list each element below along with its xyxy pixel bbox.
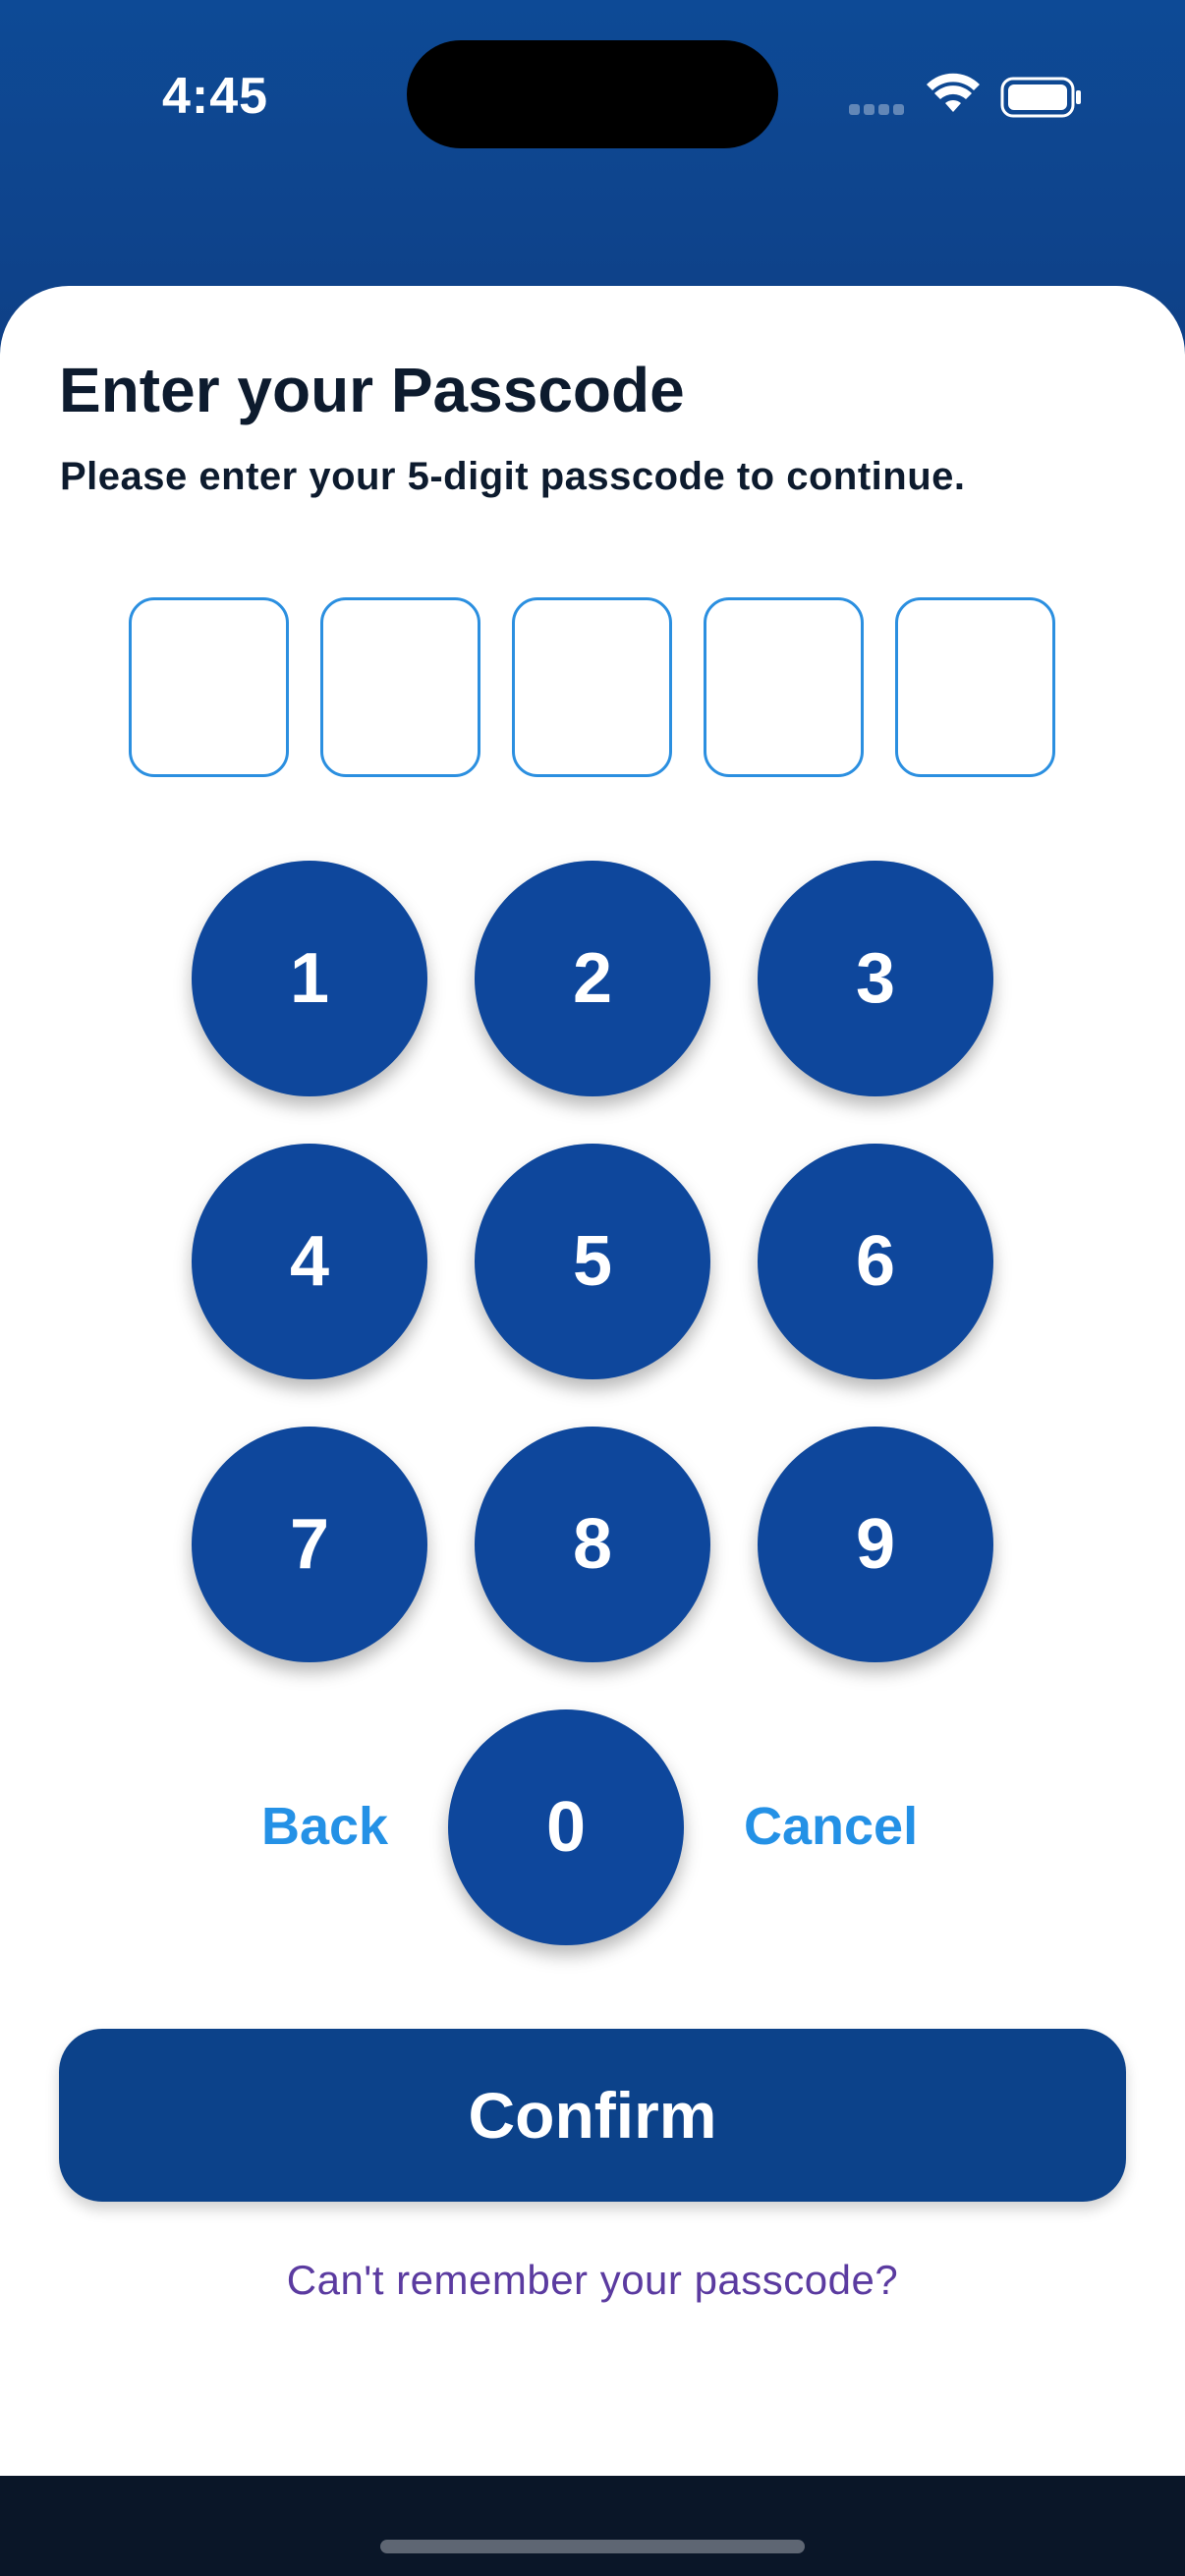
page-title: Enter your Passcode [59,355,685,425]
keypad-key-3[interactable]: 3 [758,861,993,1096]
pin-digit-5[interactable] [895,597,1055,777]
pin-input-row [129,597,1055,777]
pin-digit-2[interactable] [320,597,480,777]
keypad-key-8[interactable]: 8 [475,1427,710,1662]
dynamic-island [407,40,778,148]
keypad-key-2[interactable]: 2 [475,861,710,1096]
keypad-key-1[interactable]: 1 [192,861,427,1096]
status-time: 4:45 [162,68,269,125]
pin-digit-1[interactable] [129,597,289,777]
pin-digit-3[interactable] [512,597,672,777]
keypad-key-9[interactable]: 9 [758,1427,993,1662]
keypad-key-7[interactable]: 7 [192,1427,427,1662]
forgot-passcode-link[interactable]: Can't remember your passcode? [0,2257,1185,2304]
home-indicator[interactable] [380,2540,805,2553]
wifi-icon [927,73,980,112]
pin-digit-4[interactable] [704,597,864,777]
back-button[interactable]: Back [261,1796,388,1857]
page-subtitle: Please enter your 5-digit passcode to co… [60,455,966,498]
keypad-key-0[interactable]: 0 [448,1709,684,1945]
keypad-key-6[interactable]: 6 [758,1144,993,1379]
battery-icon [1000,77,1081,118]
cellular-signal-icon [849,102,908,120]
keypad-key-5[interactable]: 5 [475,1144,710,1379]
bottom-bar [0,2476,1185,2576]
confirm-button[interactable]: Confirm [59,2029,1126,2202]
keypad-key-4[interactable]: 4 [192,1144,427,1379]
cancel-button[interactable]: Cancel [744,1796,918,1857]
